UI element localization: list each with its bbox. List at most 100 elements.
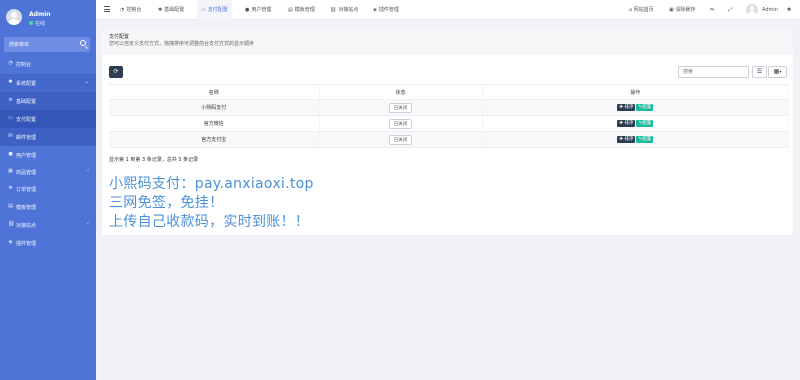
plugin-icon: ◈ — [373, 7, 377, 13]
credit-card-icon: ▭ — [201, 7, 206, 13]
sidebar-item-label: 用户管理 — [16, 153, 37, 159]
status-cell: 已关闭 — [319, 131, 483, 148]
sidebar-item-sites[interactable]: ⛓ 对接站点 ‹ — [0, 216, 96, 234]
refresh-button[interactable]: ⟳ — [109, 66, 123, 78]
status-badge[interactable]: 已关闭 — [388, 102, 413, 113]
edit-label: 配置 — [642, 121, 652, 126]
tab-dashboard[interactable]: ◔ 控制台 — [120, 0, 141, 20]
shop-icon: ▦ — [8, 168, 13, 174]
column-header[interactable]: 状态 — [319, 84, 483, 100]
sidebar-item-system-config[interactable]: ✱ 系统配置 ⌄ — [0, 74, 96, 92]
sort-button[interactable]: ✚ 排序 — [617, 104, 636, 111]
sidebar-item-label: 系统配置 — [16, 81, 37, 87]
chevron-down-icon: ⌄ — [84, 79, 89, 85]
menu-toggle-icon[interactable] — [104, 6, 110, 12]
sidebar-search[interactable]: 搜索菜单 — [4, 37, 90, 52]
column-header[interactable]: 名称 — [109, 84, 320, 100]
sidebar-item-templates[interactable]: ▤ 模板管理 — [0, 198, 96, 216]
promo-line-1: 小熙码支付：pay.anxiaoxi.top — [109, 176, 314, 192]
payment-config-panel: 支付配置 您可以自定义支付方式，拖拽排序可调整前台支付方式的显示顺序 ⟳ ☰ ▦… — [102, 27, 793, 235]
status-cell: 已关闭 — [319, 115, 483, 132]
refresh-icon: ⟳ — [113, 68, 119, 75]
sort-button[interactable]: ✚ 排序 — [617, 136, 636, 143]
sidebar-item-label: 商品管理 — [16, 170, 37, 176]
site-home-link[interactable]: ⌂ 网站首页 — [629, 0, 654, 20]
top-navbar: ◔ 控制台 ✱ 基础配置 ▭ 支付配置 ● 用户管理 ▤ 模板管理 ⛓ 对接站点 ◈ 插件管理… — [96, 0, 800, 20]
tab-sites[interactable]: ⛓ 对接站点 — [330, 0, 358, 20]
edit-button[interactable]: ✎配置 — [636, 120, 654, 127]
settings-icon[interactable]: ✱ — [787, 0, 791, 20]
payment-name: 官方支付宝 — [109, 131, 320, 148]
profile-name: Admin — [29, 11, 51, 18]
columns-button[interactable]: ▦▾ — [768, 66, 787, 78]
sidebar-item-label: 邮件管理 — [16, 135, 37, 141]
sidebar-item-label: 插件管理 — [16, 241, 37, 247]
sidebar-item-label: 对接站点 — [16, 223, 37, 229]
sidebar-item-label: 订单管理 — [16, 187, 37, 193]
translate-icon[interactable]: ⇋ — [710, 0, 714, 20]
sidebar-search-placeholder: 搜索菜单 — [9, 42, 30, 48]
sidebar-item-orders[interactable]: ≣ 订单管理 — [0, 180, 96, 198]
trash-icon: ▣ — [669, 7, 674, 13]
status-badge[interactable]: 已关闭 — [388, 118, 413, 129]
clear-cache-label: 清除缓存 — [675, 7, 696, 13]
status-badge[interactable]: 已关闭 — [388, 134, 413, 145]
move-icon: ✚ — [619, 105, 624, 110]
sort-label: 排序 — [624, 105, 634, 110]
edit-button[interactable]: ✎配置 — [636, 136, 654, 143]
toggle-view-button[interactable]: ☰ — [752, 66, 767, 78]
tab-templates[interactable]: ▤ 模板管理 — [288, 0, 315, 20]
fullscreen-icon[interactable]: ⤢ — [728, 0, 732, 20]
template-icon: ▤ — [8, 203, 13, 209]
user-name[interactable]: Admin — [762, 0, 778, 20]
actions-cell: ✚ 排序 ✎配置 — [482, 115, 789, 132]
tab-plugins[interactable]: ◈ 插件管理 — [373, 0, 399, 20]
actions-cell: ✚ 排序 ✎配置 — [482, 99, 789, 116]
user-icon: ● — [245, 7, 250, 13]
tab-users[interactable]: ● 用户管理 — [245, 0, 271, 20]
chevron-left-icon: ‹ — [87, 168, 89, 174]
sidebar-item-goods[interactable]: ▦ 商品管理 ‹ — [0, 163, 96, 181]
tab-label: 插件管理 — [378, 7, 399, 13]
clear-cache-button[interactable]: ▣ 清除缓存 — [669, 0, 695, 20]
link-icon: ⛓ — [8, 221, 15, 227]
sort-label: 排序 — [624, 121, 634, 126]
edit-label: 配置 — [642, 105, 652, 110]
envelope-icon: ✉ — [8, 133, 13, 139]
edit-button[interactable]: ✎配置 — [636, 104, 654, 111]
sidebar-item-mail[interactable]: ✉ 邮件管理 — [0, 128, 96, 146]
sidebar-item-plugins[interactable]: ◈ 插件管理 — [0, 234, 96, 252]
page-title: 支付配置 — [109, 34, 130, 40]
user-icon: ● — [8, 151, 13, 157]
table-row: 官方支付宝 已关闭 ✚ 排序 ✎配置 — [109, 131, 789, 148]
sort-button[interactable]: ✚ 排序 — [617, 120, 636, 127]
page-description: 您可以自定义支付方式，拖拽排序可调整前台支付方式的显示顺序 — [109, 41, 255, 47]
sidebar-item-label: 模板管理 — [16, 205, 37, 211]
tab-payment-config[interactable]: ▭ 支付配置 — [197, 0, 232, 20]
sidebar-item-payment-config[interactable]: ▭ 支付配置 — [0, 110, 96, 128]
table-row: 小熙码支付 已关闭 ✚ 排序 ✎配置 — [109, 99, 789, 116]
sidebar: Admin 在线 搜索菜单 ◔ 控制台 ✱ 系统配置 ⌄ ≡ 基础配置 ▭ 支付… — [0, 0, 96, 380]
promo-line-3: 上传自己收款码，实时到账！！ — [109, 214, 310, 230]
search-icon[interactable] — [80, 40, 86, 46]
sidebar-profile: Admin 在线 — [0, 0, 96, 34]
sidebar-item-dashboard[interactable]: ◔ 控制台 — [0, 55, 96, 73]
sidebar-item-basic-config[interactable]: ≡ 基础配置 — [0, 92, 96, 110]
user-avatar[interactable] — [746, 4, 758, 16]
gear-icon: ✱ — [8, 79, 13, 85]
sidebar-item-label: 基础配置 — [16, 99, 37, 105]
table-search[interactable] — [678, 66, 749, 78]
sidebar-item-label: 支付配置 — [16, 117, 37, 123]
tab-label: 对接站点 — [338, 7, 359, 13]
sidebar-item-users[interactable]: ● 用户管理 — [0, 146, 96, 164]
payment-name: 小熙码支付 — [109, 99, 320, 116]
sliders-icon: ≡ — [8, 97, 13, 103]
plugin-icon: ◈ — [8, 239, 13, 245]
tab-basic-config[interactable]: ✱ 基础配置 — [158, 0, 184, 20]
chevron-down-icon: ▾ — [779, 69, 782, 74]
payment-table: 名称 状态 操作 小熙码支付 已关闭 ✚ 排序 ✎配置 官方微信 已关闭 ✚ 排序… — [109, 84, 789, 148]
payment-name: 官方微信 — [109, 115, 320, 132]
actions-cell: ✚ 排序 ✎配置 — [482, 131, 789, 148]
search-input[interactable] — [679, 67, 748, 77]
profile-status-label: 在线 — [35, 21, 46, 27]
